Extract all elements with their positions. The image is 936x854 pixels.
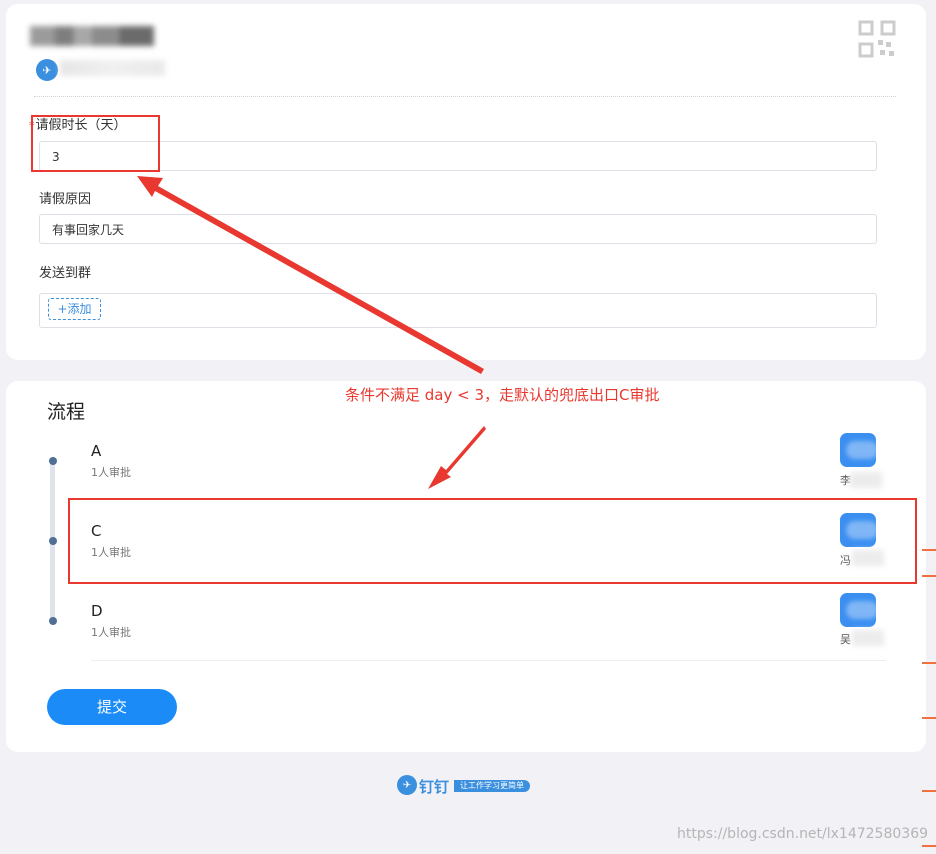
group-field[interactable]	[39, 293, 877, 328]
step-d-approver: 吴	[840, 633, 851, 646]
reason-label: 请假原因	[39, 192, 92, 207]
dingtalk-footer-logo-icon: ✈	[397, 775, 417, 795]
annotation-box-step-c	[68, 498, 917, 584]
edge-mark	[922, 575, 936, 577]
timeline-dot-icon	[49, 617, 57, 625]
edge-mark	[922, 662, 936, 664]
approver-name-blurred	[850, 472, 882, 488]
timeline-dot-icon	[49, 537, 57, 545]
edge-mark	[922, 717, 936, 719]
edge-mark	[922, 549, 936, 551]
edge-mark	[922, 845, 936, 847]
qr-code-icon[interactable]	[858, 20, 896, 58]
dingtalk-logo-icon: ✈	[36, 59, 58, 81]
annotation-text: 条件不满足 day < 3，走默认的兜底出口C审批	[345, 386, 660, 404]
step-a-count: 1人审批	[91, 466, 131, 479]
footer-slogan: 让工作学习更简单	[454, 780, 530, 792]
edge-mark	[922, 790, 936, 792]
timeline-dot-icon	[49, 457, 57, 465]
submit-button[interactable]: 提交	[47, 689, 177, 725]
form-title-blurred	[30, 26, 154, 46]
step-d-count: 1人审批	[91, 626, 131, 639]
group-label: 发送到群	[39, 266, 92, 281]
reason-input[interactable]: 有事回家几天	[39, 214, 877, 244]
avatar-icon	[840, 593, 876, 627]
footer-brand: 钉钉	[419, 778, 450, 796]
annotation-box-duration	[31, 115, 160, 172]
approver-name-blurred	[852, 630, 884, 646]
header-divider	[34, 96, 896, 97]
flow-title: 流程	[47, 401, 86, 423]
add-group-button[interactable]: +添加	[48, 298, 101, 320]
form-subtitle-blurred	[60, 60, 165, 76]
avatar-icon	[840, 433, 876, 467]
watermark: https://blog.csdn.net/lx1472580369	[677, 826, 929, 842]
step-a-name: A	[91, 442, 102, 460]
flow-divider	[91, 660, 886, 661]
duration-input[interactable]: 3	[39, 141, 877, 171]
step-d-name: D	[91, 602, 103, 620]
